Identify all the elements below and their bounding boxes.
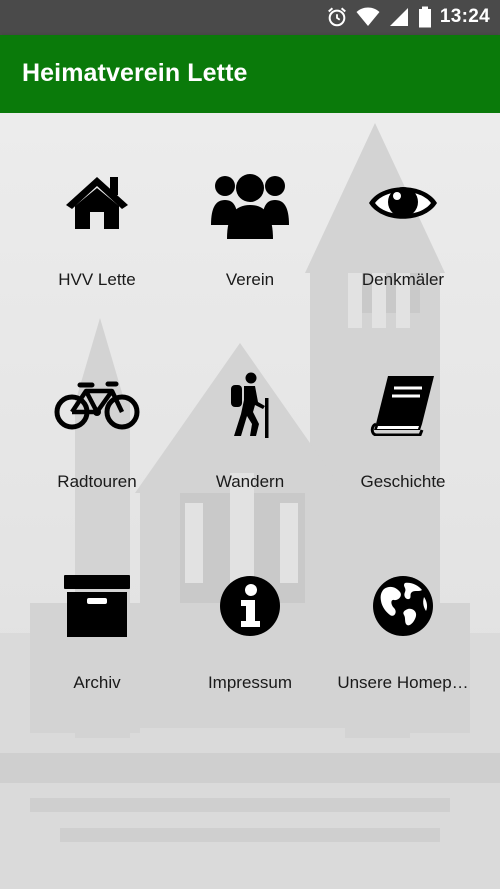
alarm-icon: [327, 7, 346, 27]
users-icon: [211, 174, 289, 239]
menu-item-archiv[interactable]: Archiv: [22, 556, 172, 716]
menu-item-label: Archiv: [73, 673, 121, 692]
menu-item-label: Radtouren: [57, 472, 137, 491]
globe-icon: [373, 576, 433, 636]
menu-item-label: Verein: [225, 270, 275, 289]
home-icon: [66, 177, 128, 229]
hiker-icon: [231, 372, 269, 438]
menu-item-wandern[interactable]: Wandern: [175, 355, 325, 515]
menu-item-denkmaeler[interactable]: Denkmäler: [328, 153, 478, 313]
menu-item-label: Impressum: [207, 673, 293, 692]
book-icon: [370, 376, 434, 436]
menu-item-label: Unsere Homep…: [337, 673, 469, 692]
bicycle-icon: [54, 381, 140, 430]
menu-item-impressum[interactable]: Impressum: [175, 556, 325, 716]
menu-grid: HVV Lette Verein Denkmäler Radtouren Wan…: [0, 113, 500, 889]
battery-icon: [418, 6, 431, 28]
info-icon: [220, 576, 280, 636]
app-bar: Heimatverein Lette: [0, 35, 500, 113]
app-title: Heimatverein Lette: [22, 59, 248, 87]
archive-box-icon: [64, 575, 130, 637]
menu-item-homepage[interactable]: Unsere Homep…: [328, 556, 478, 716]
status-bar: 13:24: [0, 0, 500, 35]
signal-icon: [389, 8, 408, 26]
menu-item-hvv-lette[interactable]: HVV Lette: [22, 153, 172, 313]
menu-item-label: HVV Lette: [58, 270, 136, 289]
menu-item-radtouren[interactable]: Radtouren: [22, 355, 172, 515]
wifi-icon: [356, 7, 380, 26]
status-time: 13:24: [439, 6, 490, 27]
menu-item-label: Wandern: [215, 472, 285, 491]
menu-item-label: Denkmäler: [361, 270, 445, 289]
menu-item-label: Geschichte: [360, 472, 446, 491]
eye-icon: [369, 187, 437, 219]
menu-item-geschichte[interactable]: Geschichte: [328, 355, 478, 515]
menu-item-verein[interactable]: Verein: [175, 153, 325, 313]
